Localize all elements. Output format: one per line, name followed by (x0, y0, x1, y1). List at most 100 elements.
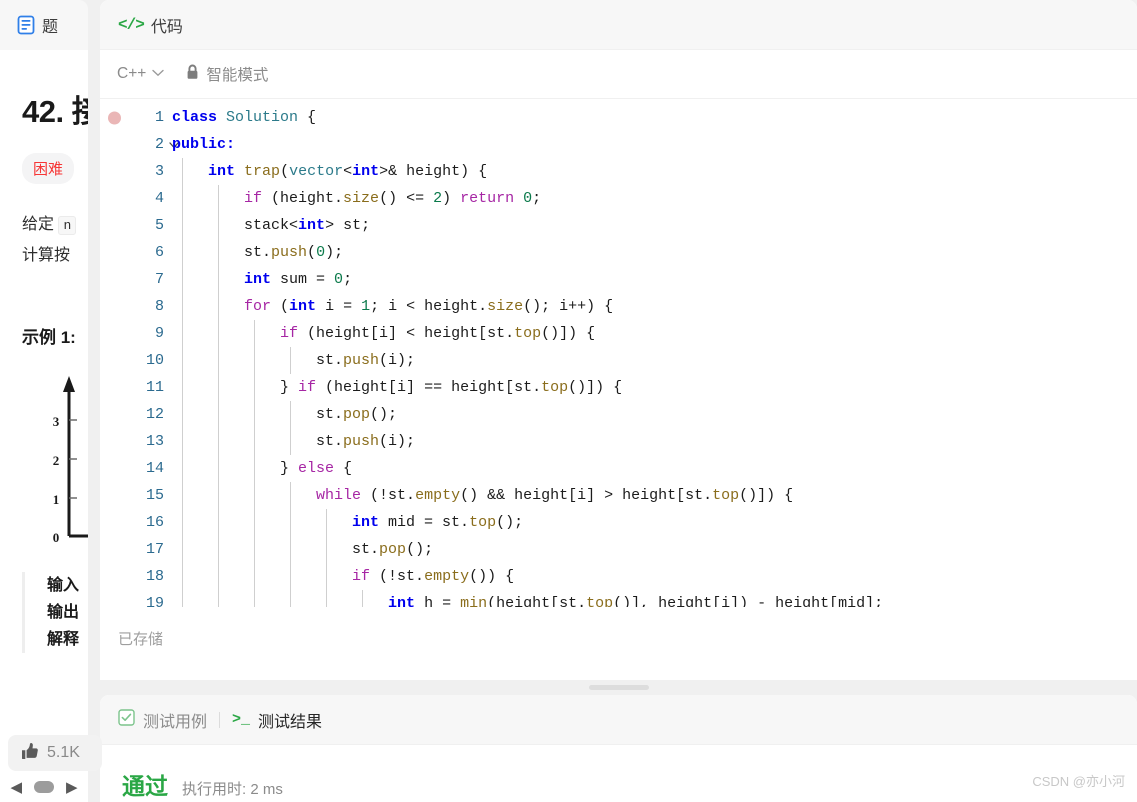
code-line[interactable]: 13 st.push(i); (100, 428, 1137, 455)
language-selector[interactable]: C++ (108, 61, 173, 87)
svg-text:3: 3 (53, 414, 60, 429)
code-line-text: st.pop(); (172, 406, 398, 423)
line-number: 13 (145, 433, 164, 450)
example-output-label: 输出 (47, 604, 80, 621)
leetcode-problem-workspace: 题 42. 接 困难 给定 n 计算按 示例 1: 3 2 1 0 输入 输出 … (0, 0, 1137, 802)
code-line[interactable]: 16 int mid = st.top(); (100, 509, 1137, 536)
line-number: 17 (145, 541, 164, 558)
indent-guide (182, 185, 183, 212)
indent-guide (218, 320, 220, 347)
indent-guide (182, 482, 183, 509)
example-explain-label: 解释 (47, 631, 80, 648)
code-line-text: int trap(vector<int>& height) { (208, 163, 488, 180)
code-line[interactable]: 1 class Solution { (100, 104, 1137, 131)
chevron-down-icon (152, 68, 165, 80)
code-line-text: while (!st.empty() && height[i] > height… (316, 487, 794, 504)
indent-guide (182, 158, 183, 185)
prev-arrow-icon[interactable]: ◀ (10, 780, 22, 795)
tab-test-cases[interactable]: 测试用例 (118, 708, 207, 732)
code-line[interactable]: 6 st.push(0); (100, 239, 1137, 266)
main-region: </> 代码 C++ 智能模式 1 class Solution {2 pub… (100, 0, 1137, 802)
tab-code-label: 代码 (150, 18, 183, 36)
code-line[interactable]: 18 if (!st.empty()) { (100, 563, 1137, 590)
code-line-text: for (int i = 1; i < height.size(); i++) … (244, 298, 614, 315)
indent-guide (362, 590, 364, 607)
code-line-text: int mid = st.top(); (352, 514, 524, 531)
code-line[interactable]: 14 } else { (100, 455, 1137, 482)
problem-paragraph-2: 计算按 (22, 247, 71, 264)
smart-mode-toggle[interactable]: 智能模式 (177, 59, 277, 89)
indent-guide (182, 401, 183, 428)
indent-guide (182, 266, 183, 293)
code-editor[interactable]: 1 class Solution {2 public: 3 int trap(vect… (100, 99, 1137, 607)
svg-text:2: 2 (53, 453, 60, 468)
tab-test-results[interactable]: >_ 测试结果 (232, 708, 322, 732)
problem-tabbar: 题 (0, 0, 88, 50)
code-line-text: if (height.size() <= 2) return 0; (244, 190, 542, 207)
document-icon (17, 15, 35, 35)
checkbox-icon (118, 708, 135, 731)
panel-split-handle[interactable] (100, 680, 1137, 694)
code-line[interactable]: 3 int trap(vector<int>& height) { (100, 158, 1137, 185)
indent-guide (218, 401, 220, 428)
indent-guide (218, 563, 220, 590)
indent-guide (254, 428, 256, 455)
runtime-metric: 执行用时: 2 ms (182, 781, 283, 798)
terminal-icon: >_ (232, 711, 251, 728)
line-number: 19 (145, 595, 164, 607)
code-line[interactable]: 12 st.pop(); (100, 401, 1137, 428)
verdict-status: 通过 (122, 773, 168, 799)
tab-code[interactable]: </> 代码 (118, 13, 183, 37)
code-line[interactable]: 4 if (height.size() <= 2) return 0; (100, 185, 1137, 212)
code-line[interactable]: 9 if (height[i] < height[st.top()]) { (100, 320, 1137, 347)
tab-problem-description[interactable]: 题 (17, 13, 58, 37)
example-input-label: 输入 (47, 577, 80, 594)
code-line[interactable]: 5 stack<int> st; (100, 212, 1137, 239)
indent-guide (182, 212, 183, 239)
pager-dot-icon[interactable] (34, 781, 54, 793)
like-button[interactable]: 5.1K (8, 735, 102, 771)
lock-icon (186, 64, 199, 85)
svg-text:1: 1 (53, 492, 60, 507)
indent-guide (218, 239, 220, 266)
language-label: C++ (117, 65, 147, 82)
indent-guide (182, 347, 183, 374)
indent-guide (254, 590, 256, 607)
indent-guide (326, 590, 328, 607)
next-arrow-icon[interactable]: ▶ (66, 780, 78, 795)
indent-guide (218, 293, 220, 320)
code-line[interactable]: 10 st.push(i); (100, 347, 1137, 374)
test-results-panel: 测试用例 >_ 测试结果 通过 执行用时: 2 ms (100, 695, 1137, 802)
code-line[interactable]: 11 } if (height[i] == height[st.top()]) … (100, 374, 1137, 401)
indent-guide (326, 563, 328, 590)
line-number: 6 (154, 244, 164, 261)
indent-guide (182, 590, 183, 607)
code-line-text: stack<int> st; (244, 217, 371, 234)
line-number: 12 (145, 406, 164, 423)
indent-guide (254, 374, 256, 401)
line-number: 9 (154, 325, 164, 342)
line-number: 8 (154, 298, 164, 315)
example-heading: 示例 1: (22, 328, 76, 347)
code-line-text: } if (height[i] == height[st.top()]) { (172, 379, 623, 396)
code-line[interactable]: 2 public: (100, 131, 1137, 158)
code-line-text: if (height[i] < height[st.top()]) { (280, 325, 596, 342)
indent-guide (218, 509, 220, 536)
example-io-block: 输入 输出 解释 (22, 572, 88, 653)
indent-guide (254, 563, 256, 590)
smart-mode-label: 智能模式 (206, 67, 269, 84)
indent-guide (218, 455, 220, 482)
code-line-text: } else { (172, 460, 353, 477)
code-line[interactable]: 8 for (int i = 1; i < height.size(); i++… (100, 293, 1137, 320)
code-line[interactable]: 7 int sum = 0; (100, 266, 1137, 293)
breakpoint-dot-icon[interactable] (108, 111, 121, 124)
code-line[interactable]: 17 st.pop(); (100, 536, 1137, 563)
indent-guide (218, 482, 220, 509)
indent-guide (290, 563, 292, 590)
code-line[interactable]: 19 int h = min(height[st.top()], height[… (100, 590, 1137, 607)
code-brackets-icon: </> (118, 15, 145, 34)
indent-guide (290, 482, 292, 509)
problem-content: 42. 接 困难 给定 n 计算按 示例 1: 3 2 1 0 输入 输出 解释 (0, 50, 88, 802)
code-line[interactable]: 15 while (!st.empty() && height[i] > hei… (100, 482, 1137, 509)
difficulty-badge: 困难 (22, 153, 75, 184)
